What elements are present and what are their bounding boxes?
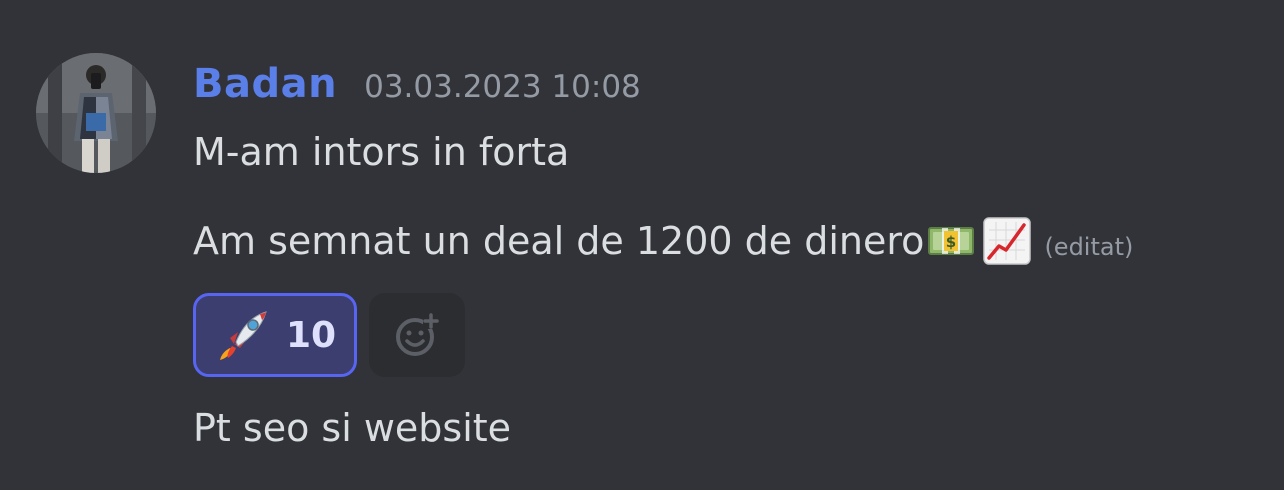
avatar-photo-icon — [36, 53, 156, 173]
add-reaction-icon — [396, 313, 439, 356]
add-reaction-button[interactable] — [369, 293, 465, 377]
edited-label[interactable]: (editat) — [1044, 233, 1133, 261]
message-timestamp[interactable]: 03.03.2023 10:08 — [364, 69, 641, 105]
message-text: M-am intors in forta — [193, 130, 570, 174]
money-bill-emoji-icon: $ — [926, 216, 976, 266]
message-header: Badan 03.03.2023 10:08 — [193, 56, 641, 112]
chart-increasing-emoji-icon — [982, 216, 1032, 266]
author-username[interactable]: Badan — [193, 61, 337, 107]
reaction-rocket-button[interactable]: 10 — [193, 293, 357, 377]
reaction-count: 10 — [286, 314, 337, 356]
rocket-emoji-icon — [220, 311, 267, 360]
message-line-1: M-am intors in forta — [193, 126, 569, 178]
avatar[interactable] — [36, 53, 156, 173]
message-line-3: Pt seo si website — [193, 402, 511, 454]
reactions-bar: 10 — [193, 293, 465, 377]
message-group: Badan 03.03.2023 10:08 M-am intors in fo… — [0, 0, 1284, 490]
message-line-2: Am semnat un deal de 1200 de dinero $ (e… — [193, 213, 1133, 269]
message-text: Pt seo si website — [193, 406, 512, 450]
svg-text:$: $ — [946, 233, 956, 251]
message-text: Am semnat un deal de 1200 de dinero — [193, 219, 925, 263]
